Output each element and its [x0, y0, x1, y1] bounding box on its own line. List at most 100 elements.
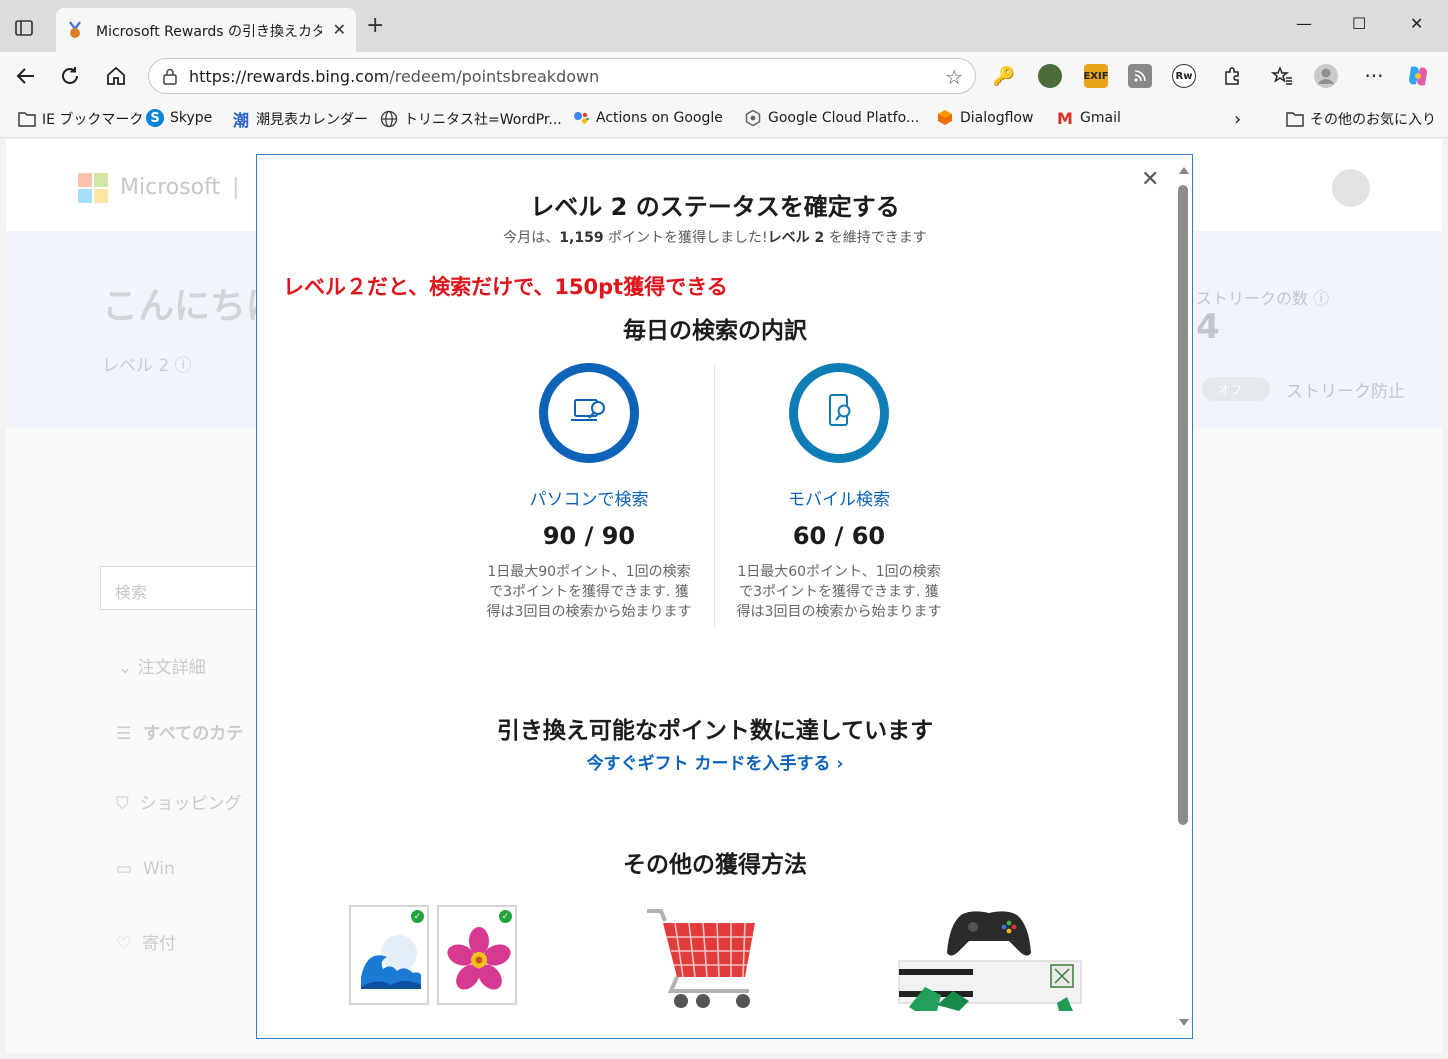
streak-protection-toggle[interactable]: オフ — [1202, 377, 1270, 401]
pc-search-ring — [539, 363, 639, 463]
globe-icon — [380, 110, 398, 128]
rss-extension-icon[interactable] — [1128, 64, 1152, 88]
bookmark-trinitas[interactable]: トリニタス社=WordPr... — [380, 109, 562, 129]
mobile-search-column: モバイル検索 60 / 60 1日最大60ポイント、1回の検索で3ポイントを獲得… — [724, 363, 954, 622]
browser-window: Microsoft Rewards の引き換えカタロ ✕ + — ☐ ✕ htt… — [0, 0, 1448, 1059]
sidebar-item-all-categories[interactable]: ☰ すべてのカテ — [116, 719, 243, 744]
copilot-icon[interactable] — [1404, 62, 1432, 90]
url-path: /redeem/pointsbreakdown — [389, 67, 600, 86]
back-icon[interactable] — [12, 62, 40, 90]
bookmark-label: Google Cloud Platfo... — [768, 110, 920, 126]
mobile-search-description: 1日最大60ポイント、1回の検索で3ポイントを獲得できます. 獲得は3回目の検索… — [736, 564, 942, 620]
sidebar-item-shopping[interactable]: ⛉ ショッピング — [116, 789, 242, 814]
home-icon[interactable] — [102, 62, 130, 90]
chevron-right-icon[interactable]: › — [1234, 109, 1241, 130]
more-icon[interactable]: ··· — [1360, 62, 1388, 90]
streak-count: 4 — [1196, 307, 1220, 347]
bookmark-ie[interactable]: IE ブックマーク — [18, 109, 143, 129]
check-icon: ✓ — [411, 910, 424, 923]
bookmark-label: Gmail — [1080, 110, 1121, 126]
bookmark-label: トリニタス社=WordPr... — [404, 112, 562, 128]
subtitle-mid: ポイントを獲得しました! — [603, 230, 768, 246]
sidebar-item-win[interactable]: ▭ Win — [116, 859, 175, 879]
mobile-search-ring — [789, 363, 889, 463]
tab-close-icon[interactable]: ✕ — [333, 20, 346, 39]
search-placeholder: 検索 — [115, 583, 148, 602]
points-earned: 1,159 — [559, 230, 604, 246]
sidebar-item-label: Win — [142, 859, 175, 879]
mobile-search-icon — [822, 392, 856, 434]
redeem-title: 引き換え可能なポイント数に達しています — [496, 718, 934, 744]
key-extension-icon[interactable]: 🔑 — [992, 64, 1016, 88]
bookmark-skype[interactable]: S Skype — [146, 109, 212, 127]
dialog-scrollbar[interactable] — [1177, 163, 1189, 1031]
bookmarks-bar: IE ブックマーク S Skype 潮 潮見表カレンダー トリニタス社=Word… — [0, 100, 1448, 138]
folder-icon — [18, 110, 36, 128]
pc-search-score: 90 / 90 — [542, 522, 636, 550]
red-annotation: レベル２だと、検索だけで、150pt獲得できる — [283, 275, 728, 299]
lock-icon[interactable] — [161, 67, 179, 85]
new-tab-button[interactable]: + — [366, 14, 384, 38]
bookmark-other-favorites[interactable]: その他のお気に入り — [1286, 109, 1436, 129]
order-details-link[interactable]: ⌄ 注文詳細 — [118, 653, 206, 678]
laptop-search-icon — [569, 394, 609, 432]
scrollbar-thumb[interactable] — [1178, 185, 1188, 825]
pc-search-label[interactable]: パソコンで検索 — [474, 485, 704, 510]
gcp-icon — [744, 109, 762, 127]
address-bar[interactable]: https://rewards.bing.com/redeem/pointsbr… — [148, 58, 976, 94]
bookmark-actions-google[interactable]: Actions on Google — [572, 109, 723, 127]
microsoft-logo-icon — [78, 173, 108, 203]
tab-rewards[interactable]: Microsoft Rewards の引き換えカタロ ✕ — [56, 8, 356, 52]
refresh-icon[interactable] — [56, 62, 84, 90]
avatar[interactable] — [1332, 169, 1370, 207]
column-divider — [714, 365, 715, 627]
maximize-button[interactable]: ☐ — [1352, 14, 1366, 33]
tide-icon: 潮 — [232, 111, 249, 130]
exif-extension-icon[interactable]: EXIF — [1083, 64, 1109, 88]
subtitle-post: を維持できます — [824, 230, 927, 246]
dialog-subtitle: 今月は、1,159 ポイントを獲得しました!レベル 2 を維持できます — [257, 227, 1173, 247]
sidebar-icon[interactable] — [10, 14, 38, 42]
sidebar-item-label: すべてのカテ — [143, 724, 244, 744]
get-gift-card-link[interactable]: 今すぐギフト カードを入手する › — [257, 749, 1173, 774]
order-details-label: 注文詳細 — [137, 658, 206, 678]
wave-card[interactable]: ✓ — [349, 905, 429, 1005]
level-kept: レベル 2 — [767, 230, 825, 246]
folder-icon — [1286, 110, 1304, 128]
mobile-search-score: 60 / 60 — [792, 522, 886, 550]
scroll-up-icon[interactable] — [1179, 167, 1189, 174]
favorites-icon[interactable] — [1268, 62, 1296, 90]
browser-toolbar: https://rewards.bing.com/redeem/pointsbr… — [0, 52, 1448, 100]
star-icon[interactable]: ☆ — [945, 65, 963, 89]
close-window-button[interactable]: ✕ — [1410, 14, 1423, 33]
info-icon[interactable]: ⓘ — [175, 356, 192, 376]
toggle-label: オフ — [1218, 383, 1243, 397]
profile-icon[interactable] — [1312, 62, 1340, 90]
check-icon: ✓ — [499, 910, 512, 923]
gmail-icon: M — [1057, 108, 1073, 128]
bookmark-label: Actions on Google — [596, 110, 723, 126]
sidebar-item-donate[interactable]: ♡ 寄付 — [116, 929, 176, 954]
daily-search-title: 毎日の検索の内訳 — [623, 318, 807, 344]
google-assistant-icon — [572, 109, 590, 127]
streak-title-text: ストリークの数 — [1196, 289, 1309, 308]
greeting: こんにちは — [102, 286, 283, 327]
bookmark-label: 潮見表カレンダー — [256, 112, 368, 128]
info-icon[interactable]: ⓘ — [1313, 289, 1329, 308]
scroll-down-icon[interactable] — [1179, 1019, 1189, 1026]
skype-icon: S — [146, 109, 164, 127]
streak-title: ストリークの数 ⓘ — [1196, 285, 1329, 309]
rewards-medal-icon — [66, 21, 84, 39]
mobile-search-label[interactable]: モバイル検索 — [724, 485, 954, 510]
extension-icon[interactable] — [1218, 62, 1246, 90]
bookmark-gcp[interactable]: Google Cloud Platfo... — [744, 109, 919, 127]
shopping-cart-icon[interactable] — [645, 907, 761, 1015]
rw-extension-icon[interactable]: Rw — [1172, 64, 1196, 88]
minimize-button[interactable]: — — [1296, 14, 1312, 33]
bookmark-gmail[interactable]: M Gmail — [1056, 108, 1121, 128]
extension-green-icon[interactable] — [1038, 64, 1062, 88]
bookmark-tide[interactable]: 潮 潮見表カレンダー — [232, 109, 368, 130]
bookmark-dialogflow[interactable]: Dialogflow — [936, 109, 1033, 127]
xbox-console-icon[interactable] — [897, 907, 1083, 1017]
flower-card[interactable]: ✓ — [437, 905, 517, 1005]
